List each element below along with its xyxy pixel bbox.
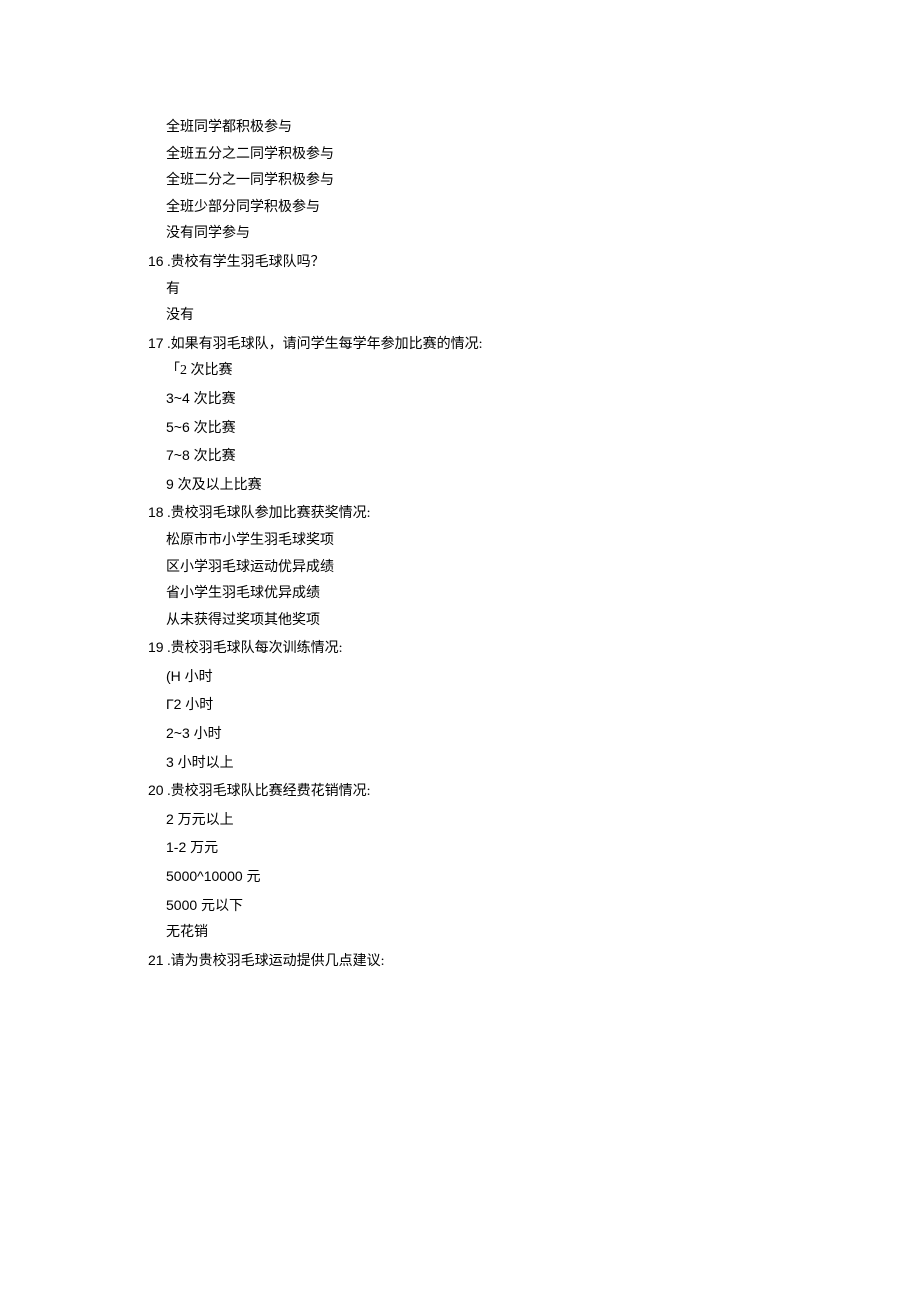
q19-option: (H 小时	[148, 663, 828, 692]
q18-option: 省小学生羽毛球优异成绩	[148, 581, 828, 608]
q16-option: 没有	[148, 303, 828, 330]
q15-option: 全班少部分同学积极参与	[148, 195, 828, 222]
q15-option: 全班五分之二同学积极参与	[148, 142, 828, 169]
q18-option: 区小学羽毛球运动优异成绩	[148, 555, 828, 582]
q17-option: 「2 次比赛	[148, 358, 828, 385]
question-number: 16	[148, 253, 164, 269]
question-text: .请为贵校羽毛球运动提供几点建议:	[164, 954, 385, 969]
q15-option: 全班同学都积极参与	[148, 115, 828, 142]
q19-option: 3 小时以上	[148, 749, 828, 778]
option-text: 3~4 次比赛	[166, 390, 236, 406]
question-21: 21 .请为贵校羽毛球运动提供几点建议:	[148, 947, 828, 976]
question-number: 20	[148, 782, 164, 798]
q19-option: Г2 小时	[148, 691, 828, 720]
option-text: 5000^10000 元	[166, 868, 261, 884]
q20-option: 5000 元以下	[148, 892, 828, 921]
option-text: Г2 小时	[166, 696, 213, 712]
q20-option: 5000^10000 元	[148, 863, 828, 892]
question-number: 19	[148, 639, 164, 655]
option-text: 5000 元以下	[166, 897, 243, 913]
question-text: .贵校有学生羽毛球队吗？	[164, 255, 325, 270]
question-text: .贵校羽毛球队参加比赛获奖情况:	[164, 506, 371, 521]
q16-option: 有	[148, 277, 828, 304]
option-text: 3 小时以上	[166, 754, 234, 770]
q18-option: 松原市市小学生羽毛球奖项	[148, 528, 828, 555]
q19-option: 2~3 小时	[148, 720, 828, 749]
question-number: 17	[148, 335, 164, 351]
question-18: 18 .贵校羽毛球队参加比赛获奖情况:	[148, 499, 828, 528]
option-text: 2 万元以上	[166, 811, 234, 827]
question-number: 21	[148, 952, 164, 968]
question-text: .如果有羽毛球队，请问学生每学年参加比赛的情况:	[164, 337, 483, 352]
question-19: 19 .贵校羽毛球队每次训练情况:	[148, 634, 828, 663]
q17-option: 9 次及以上比赛	[148, 471, 828, 500]
q20-option: 无花销	[148, 920, 828, 947]
option-text: 1-2 万元	[166, 839, 218, 855]
option-text: (H 小时	[166, 668, 213, 684]
q15-option: 没有同学参与	[148, 221, 828, 248]
question-number: 18	[148, 504, 164, 520]
q15-option: 全班二分之一同学积极参与	[148, 168, 828, 195]
q17-option: 5~6 次比赛	[148, 414, 828, 443]
q20-option: 2 万元以上	[148, 806, 828, 835]
option-text: 5~6 次比赛	[166, 419, 236, 435]
question-text: .贵校羽毛球队每次训练情况:	[164, 641, 343, 656]
q20-option: 1-2 万元	[148, 834, 828, 863]
question-20: 20 .贵校羽毛球队比赛经费花销情况:	[148, 777, 828, 806]
option-text: 7~8 次比赛	[166, 447, 236, 463]
question-17: 17 .如果有羽毛球队，请问学生每学年参加比赛的情况:	[148, 330, 828, 359]
document-page: 全班同学都积极参与 全班五分之二同学积极参与 全班二分之一同学积极参与 全班少部…	[0, 0, 828, 975]
q18-option: 从未获得过奖项其他奖项	[148, 608, 828, 635]
q17-option: 7~8 次比赛	[148, 442, 828, 471]
question-16: 16 .贵校有学生羽毛球队吗？	[148, 248, 828, 277]
option-text: 9 次及以上比赛	[166, 476, 262, 492]
q17-option: 3~4 次比赛	[148, 385, 828, 414]
question-text: .贵校羽毛球队比赛经费花销情况:	[164, 784, 371, 799]
option-text: 2~3 小时	[166, 725, 222, 741]
